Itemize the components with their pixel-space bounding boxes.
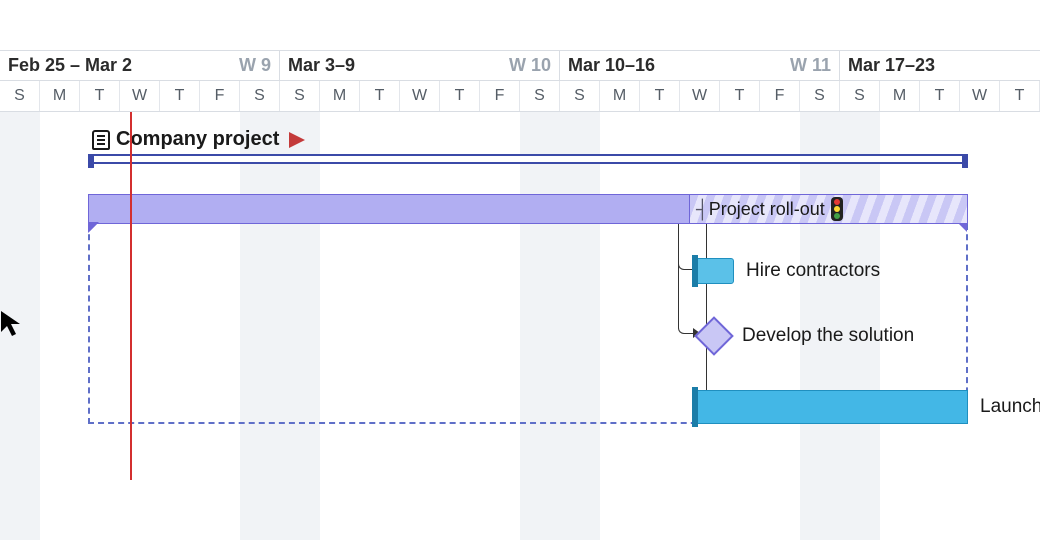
day-cell[interactable]: F xyxy=(760,81,800,111)
project-title-row[interactable]: Company project xyxy=(92,128,305,151)
dependency-line xyxy=(706,224,707,396)
week-cell-w9[interactable]: Feb 25 – Mar 2 W 9 xyxy=(0,51,280,80)
day-cell[interactable]: T xyxy=(1000,81,1040,111)
day-cell[interactable]: T xyxy=(720,81,760,111)
day-cell[interactable]: S xyxy=(800,81,840,111)
task-handle[interactable] xyxy=(692,255,698,287)
week-cell-w12[interactable]: Mar 17–23 xyxy=(840,51,1040,80)
week-range: Mar 10–16 xyxy=(568,55,655,76)
day-cell[interactable]: F xyxy=(200,81,240,111)
day-cell[interactable]: S xyxy=(240,81,280,111)
week-range: Feb 25 – Mar 2 xyxy=(8,55,132,76)
traffic-light-icon xyxy=(831,197,843,221)
phase-label: Project roll-out xyxy=(709,199,825,220)
week-row: Feb 25 – Mar 2 W 9 Mar 3–9 W 10 Mar 10–1… xyxy=(0,51,1040,81)
week-cell-w10[interactable]: Mar 3–9 W 10 xyxy=(280,51,560,80)
week-range: Mar 17–23 xyxy=(848,55,935,76)
week-range: Mar 3–9 xyxy=(288,55,355,76)
day-cell[interactable]: F xyxy=(480,81,520,111)
week-number: W 11 xyxy=(790,55,831,76)
week-cell-w11[interactable]: Mar 10–16 W 11 xyxy=(560,51,840,80)
week-number: W 9 xyxy=(239,55,271,76)
phase-rollout-segment[interactable]: ┤ Project roll-out xyxy=(689,195,967,223)
day-cell[interactable]: W xyxy=(960,81,1000,111)
day-cell[interactable]: T xyxy=(160,81,200,111)
day-cell[interactable]: T xyxy=(640,81,680,111)
task-label-develop: Develop the solution xyxy=(742,322,914,350)
day-cell[interactable]: W xyxy=(120,81,160,111)
day-cell[interactable]: S xyxy=(0,81,40,111)
timeline-header: Feb 25 – Mar 2 W 9 Mar 3–9 W 10 Mar 10–1… xyxy=(0,50,1040,112)
task-bar-launch[interactable] xyxy=(694,390,968,424)
day-cell[interactable]: S xyxy=(840,81,880,111)
flag-icon xyxy=(289,132,305,148)
day-cell[interactable]: W xyxy=(680,81,720,111)
gantt-chart[interactable]: Company project ┤ Project roll-out Hire … xyxy=(0,112,1040,540)
day-cell[interactable]: M xyxy=(40,81,80,111)
day-cell[interactable]: W xyxy=(400,81,440,111)
day-cell[interactable]: M xyxy=(600,81,640,111)
task-label-hire: Hire contractors xyxy=(746,258,880,284)
day-row: SMTWTFSSMTWTFSSMTWTFSSMTWT xyxy=(0,81,1040,111)
task-label-launch: Launch xyxy=(980,390,1040,424)
day-cell[interactable]: S xyxy=(520,81,560,111)
today-line xyxy=(130,112,132,480)
phase-bar[interactable]: ┤ Project roll-out xyxy=(88,194,968,224)
day-cell[interactable]: T xyxy=(920,81,960,111)
day-cell[interactable]: T xyxy=(440,81,480,111)
week-number: W 10 xyxy=(509,55,551,76)
day-cell[interactable]: T xyxy=(80,81,120,111)
day-cell[interactable]: M xyxy=(320,81,360,111)
project-summary-bar[interactable] xyxy=(88,154,968,164)
project-title: Company project xyxy=(116,128,279,151)
task-bar-hire[interactable] xyxy=(694,258,734,284)
task-handle[interactable] xyxy=(692,387,698,427)
day-cell[interactable]: T xyxy=(360,81,400,111)
day-cell[interactable]: S xyxy=(560,81,600,111)
day-cell[interactable]: M xyxy=(880,81,920,111)
clipboard-icon xyxy=(92,130,110,150)
day-cell[interactable]: S xyxy=(280,81,320,111)
